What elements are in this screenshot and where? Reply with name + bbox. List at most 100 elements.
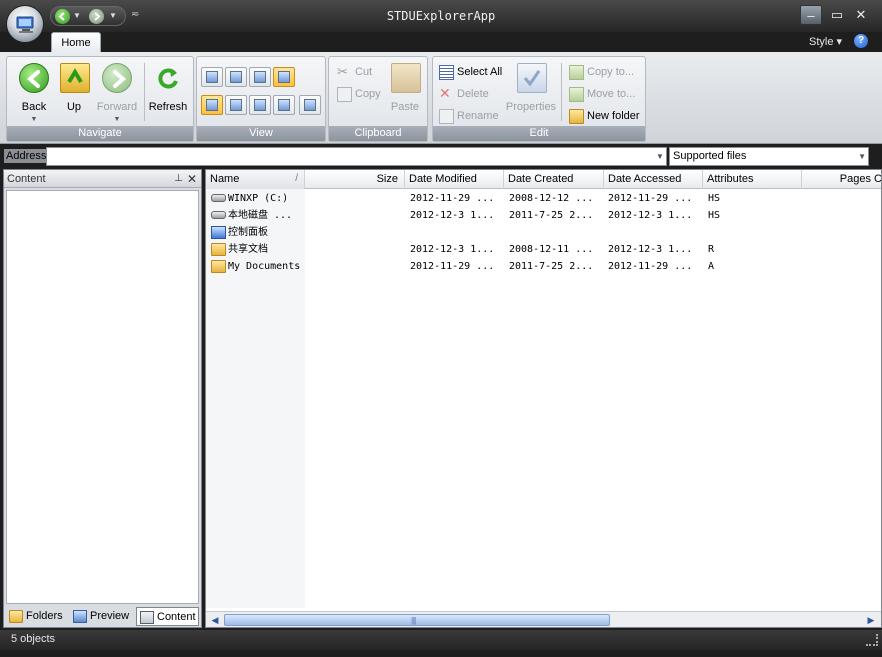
maximize-button[interactable]: ▭ — [826, 5, 848, 25]
preview-icon — [230, 71, 242, 83]
refresh-icon — [153, 63, 183, 93]
file-type-filter[interactable]: Supported files ▼ — [669, 147, 869, 166]
group-view: View — [196, 56, 326, 142]
window-title: STDUExplorerApp — [386, 9, 496, 23]
tab-content[interactable]: Content — [136, 607, 199, 626]
address-dropdown-icon[interactable]: ▼ — [654, 148, 666, 165]
group-navigate: Back ▼ Up Forward ▼ Refresh Navigate — [6, 56, 194, 142]
resize-grip-icon[interactable] — [866, 634, 878, 646]
new-folder-icon — [569, 109, 584, 124]
minimize-button[interactable]: – — [800, 5, 822, 25]
table-row[interactable]: WINXP (C:) 2012-11-29 ... 2008-12-12 ... 20… — [206, 190, 881, 207]
file-name: 控制面板 — [228, 227, 268, 238]
copy-to-icon — [569, 65, 584, 80]
icons-icon — [278, 99, 290, 111]
properties-icon — [517, 63, 547, 93]
content-pane-body — [6, 190, 199, 604]
cell-attributes: A — [708, 261, 715, 272]
cell-created: 2008-12-11 ... — [509, 244, 594, 255]
small-icons-icon — [254, 99, 266, 111]
address-input[interactable] — [46, 147, 667, 166]
cell-modified: 2012-11-29 ... — [410, 261, 495, 272]
cell-modified: 2012-12-3 1... — [410, 210, 495, 221]
tab-preview[interactable]: Preview — [70, 607, 134, 626]
folder-up-icon — [60, 63, 90, 93]
cell-created: 2008-12-12 ... — [509, 193, 594, 204]
copy-icon — [337, 87, 352, 102]
paste-icon — [391, 63, 421, 93]
file-name: 共享文档 — [228, 244, 268, 255]
file-name: My Documents — [228, 261, 301, 272]
column-header-date-created[interactable]: Date Created — [504, 170, 604, 189]
column-header-name[interactable]: Name / — [206, 170, 305, 189]
select-all-icon — [439, 65, 454, 80]
view-thumbnails-button[interactable] — [201, 67, 223, 87]
app-window: ▼ ▼ ≂ STDUExplorerApp – ▭ ✕ Home Style ▾… — [0, 0, 882, 657]
close-button[interactable]: ✕ — [850, 5, 872, 25]
group-label-view: View — [197, 126, 325, 141]
table-row[interactable]: 共享文档 2012-12-3 1... 2008-12-11 ... 2012-12-… — [206, 241, 881, 258]
status-text: 5 objects — [11, 633, 56, 645]
table-row[interactable]: 控制面板 — [206, 224, 881, 241]
title-bar: ▼ ▼ ≂ STDUExplorerApp – ▭ ✕ — [0, 0, 882, 32]
file-name: WINXP (C:) — [228, 193, 289, 204]
cell-modified: 2012-11-29 ... — [410, 193, 495, 204]
cell-accessed: 2012-12-3 1... — [608, 210, 693, 221]
forward-dropdown-icon[interactable]: ▼ — [91, 116, 143, 123]
cell-created: 2011-7-25 2... — [509, 261, 594, 272]
group-label-edit: Edit — [433, 126, 645, 141]
pane-close-icon[interactable]: ✕ — [187, 170, 197, 188]
scrollbar-thumb[interactable]: |||| — [224, 614, 610, 626]
drive-icon — [211, 211, 226, 219]
view-list-button[interactable] — [225, 95, 247, 115]
cell-accessed: 2012-12-3 1... — [608, 244, 693, 255]
control-panel-icon — [211, 226, 226, 239]
filter-dropdown-icon[interactable]: ▼ — [858, 148, 866, 165]
tab-folders[interactable]: Folders — [6, 607, 66, 626]
column-header-date-accessed[interactable]: Date Accessed — [604, 170, 703, 189]
back-dropdown-icon[interactable]: ▼ — [11, 116, 57, 123]
scissors-icon: ✂ — [337, 64, 348, 79]
content-icon — [140, 611, 154, 624]
table-row[interactable]: 本地磁盘 ... 2012-12-3 1... 2011-7-25 2... 2012… — [206, 207, 881, 224]
cell-accessed: 2012-11-29 ... — [608, 261, 693, 272]
view-arrange-button[interactable] — [299, 95, 321, 115]
group-label-clipboard: Clipboard — [329, 126, 427, 141]
help-icon[interactable]: ? — [854, 34, 868, 48]
cell-modified: 2012-12-3 1... — [410, 244, 495, 255]
horizontal-scrollbar[interactable]: ◀ |||| ▶ — [206, 611, 881, 627]
delete-icon: ✕ — [439, 85, 451, 101]
scroll-right-icon[interactable]: ▶ — [864, 613, 878, 627]
list-icon — [230, 99, 242, 111]
view-preview-button[interactable] — [225, 67, 247, 87]
computer-icon — [16, 16, 34, 33]
column-header-size[interactable]: Size — [305, 170, 405, 189]
column-header-date-modified[interactable]: Date Modified — [405, 170, 504, 189]
view-icons-button[interactable] — [273, 95, 295, 115]
view-small-icons-button[interactable] — [249, 95, 271, 115]
style-menu[interactable]: Style ▾ — [809, 35, 842, 48]
view-details-button[interactable] — [201, 95, 223, 115]
tab-home[interactable]: Home — [51, 32, 101, 53]
column-header-attributes[interactable]: Attributes — [703, 170, 802, 189]
cell-attributes: HS — [708, 210, 721, 221]
column-header-pages[interactable]: Pages C — [802, 170, 881, 189]
application-menu-button[interactable] — [6, 5, 44, 43]
status-bar: 5 objects — [0, 630, 882, 650]
thumbnails-icon — [206, 71, 218, 83]
pin-icon[interactable]: ⊥ — [174, 170, 183, 188]
cell-attributes: HS — [708, 193, 721, 204]
cell-attributes: R — [708, 244, 715, 255]
tiles-icon — [254, 71, 266, 83]
pane-tabs: Folders Preview Content — [4, 606, 201, 627]
sort-indicator-icon: / — [295, 173, 298, 184]
arrange-icon — [304, 99, 316, 111]
back-arrow-icon — [19, 63, 49, 93]
group-label-navigate: Navigate — [7, 126, 193, 141]
folder-icon — [211, 243, 226, 256]
scroll-grip-icon: |||| — [411, 616, 416, 625]
scroll-left-icon[interactable]: ◀ — [208, 613, 222, 627]
view-tiles-button[interactable] — [249, 67, 271, 87]
table-row[interactable]: My Documents 2012-11-29 ... 2011-7-25 2...… — [206, 258, 881, 275]
view-filmstrip-button[interactable] — [273, 67, 295, 87]
